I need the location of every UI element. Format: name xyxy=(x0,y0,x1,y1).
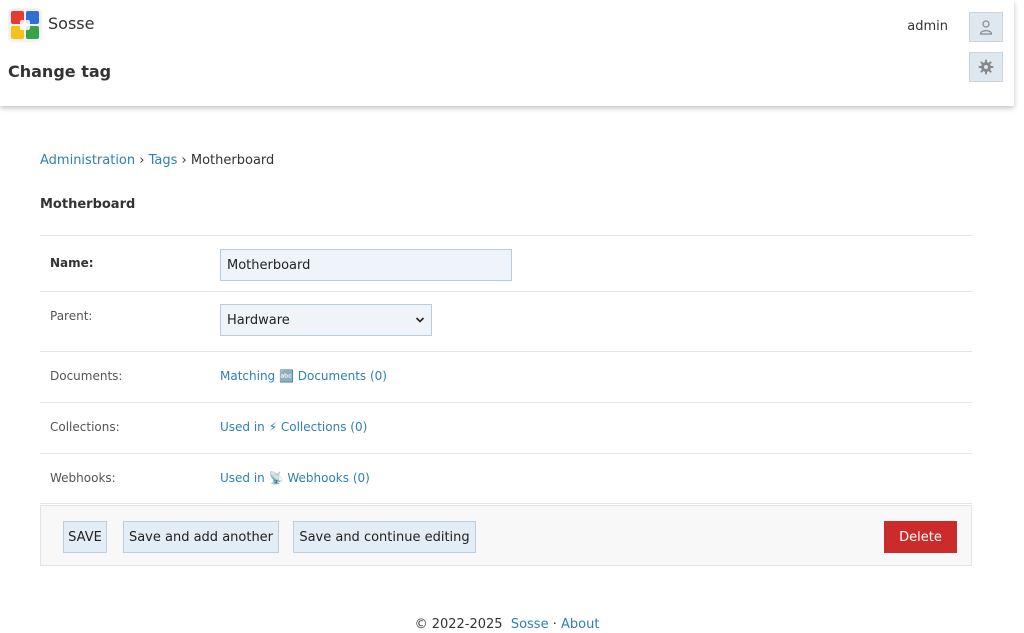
breadcrumb-administration[interactable]: Administration xyxy=(40,153,135,168)
webhooks-link[interactable]: Used in 📡 Webhooks (0) xyxy=(220,471,370,485)
documents-link[interactable]: Matching 🔤 Documents (0) xyxy=(220,369,387,383)
breadcrumb: Administration › Tags › Motherboard xyxy=(40,153,274,168)
breadcrumb-tags[interactable]: Tags xyxy=(149,153,178,168)
footer-separator: · xyxy=(552,617,557,632)
delete-button[interactable]: Delete xyxy=(884,521,957,553)
object-title: Motherboard xyxy=(40,197,136,212)
breadcrumb-separator: › xyxy=(139,153,145,168)
save-and-continue-button[interactable]: Save and continue editing xyxy=(293,521,476,553)
breadcrumb-separator: › xyxy=(181,153,187,168)
save-button[interactable]: SAVE xyxy=(63,521,107,553)
username: admin xyxy=(907,19,948,34)
tag-form: Name: Parent: Hardware Documents: Matchi… xyxy=(40,235,972,504)
copyright-text: © 2022-2025 xyxy=(414,617,503,632)
documents-label: Documents: xyxy=(50,369,123,383)
name-input[interactable] xyxy=(220,249,512,281)
page-title: Change tag xyxy=(8,62,112,81)
parent-select[interactable]: Hardware xyxy=(220,304,432,336)
parent-select-value: Hardware xyxy=(227,312,290,328)
webhooks-row: Webhooks: Used in 📡 Webhooks (0) xyxy=(40,453,972,504)
submit-row: SAVE Save and add another Save and conti… xyxy=(40,505,972,566)
breadcrumb-current: Motherboard xyxy=(190,153,275,168)
chevron-down-icon xyxy=(415,317,425,323)
documents-row: Documents: Matching 🔤 Documents (0) xyxy=(40,351,972,402)
name-row: Name: xyxy=(40,235,972,291)
name-label: Name: xyxy=(50,256,94,270)
footer-sosse-link[interactable]: Sosse xyxy=(511,617,549,632)
sosse-logo-icon[interactable] xyxy=(8,8,42,42)
settings-button[interactable] xyxy=(969,52,1003,82)
parent-row: Parent: Hardware xyxy=(40,291,972,351)
save-and-add-button[interactable]: Save and add another xyxy=(123,521,279,553)
user-icon xyxy=(979,20,993,35)
footer: © 2022-2025 Sosse · About xyxy=(0,617,1014,632)
brand-name[interactable]: Sosse xyxy=(48,14,94,33)
user-menu-button[interactable] xyxy=(969,12,1003,42)
parent-label: Parent: xyxy=(50,309,93,323)
collections-label: Collections: xyxy=(50,420,120,434)
webhooks-label: Webhooks: xyxy=(50,471,116,485)
footer-about-link[interactable]: About xyxy=(561,617,599,632)
collections-row: Collections: Used in ⚡ Collections (0) xyxy=(40,402,972,453)
collections-link[interactable]: Used in ⚡ Collections (0) xyxy=(220,420,367,434)
gear-icon xyxy=(978,59,994,75)
top-header: Sosse Change tag admin xyxy=(0,0,1014,106)
